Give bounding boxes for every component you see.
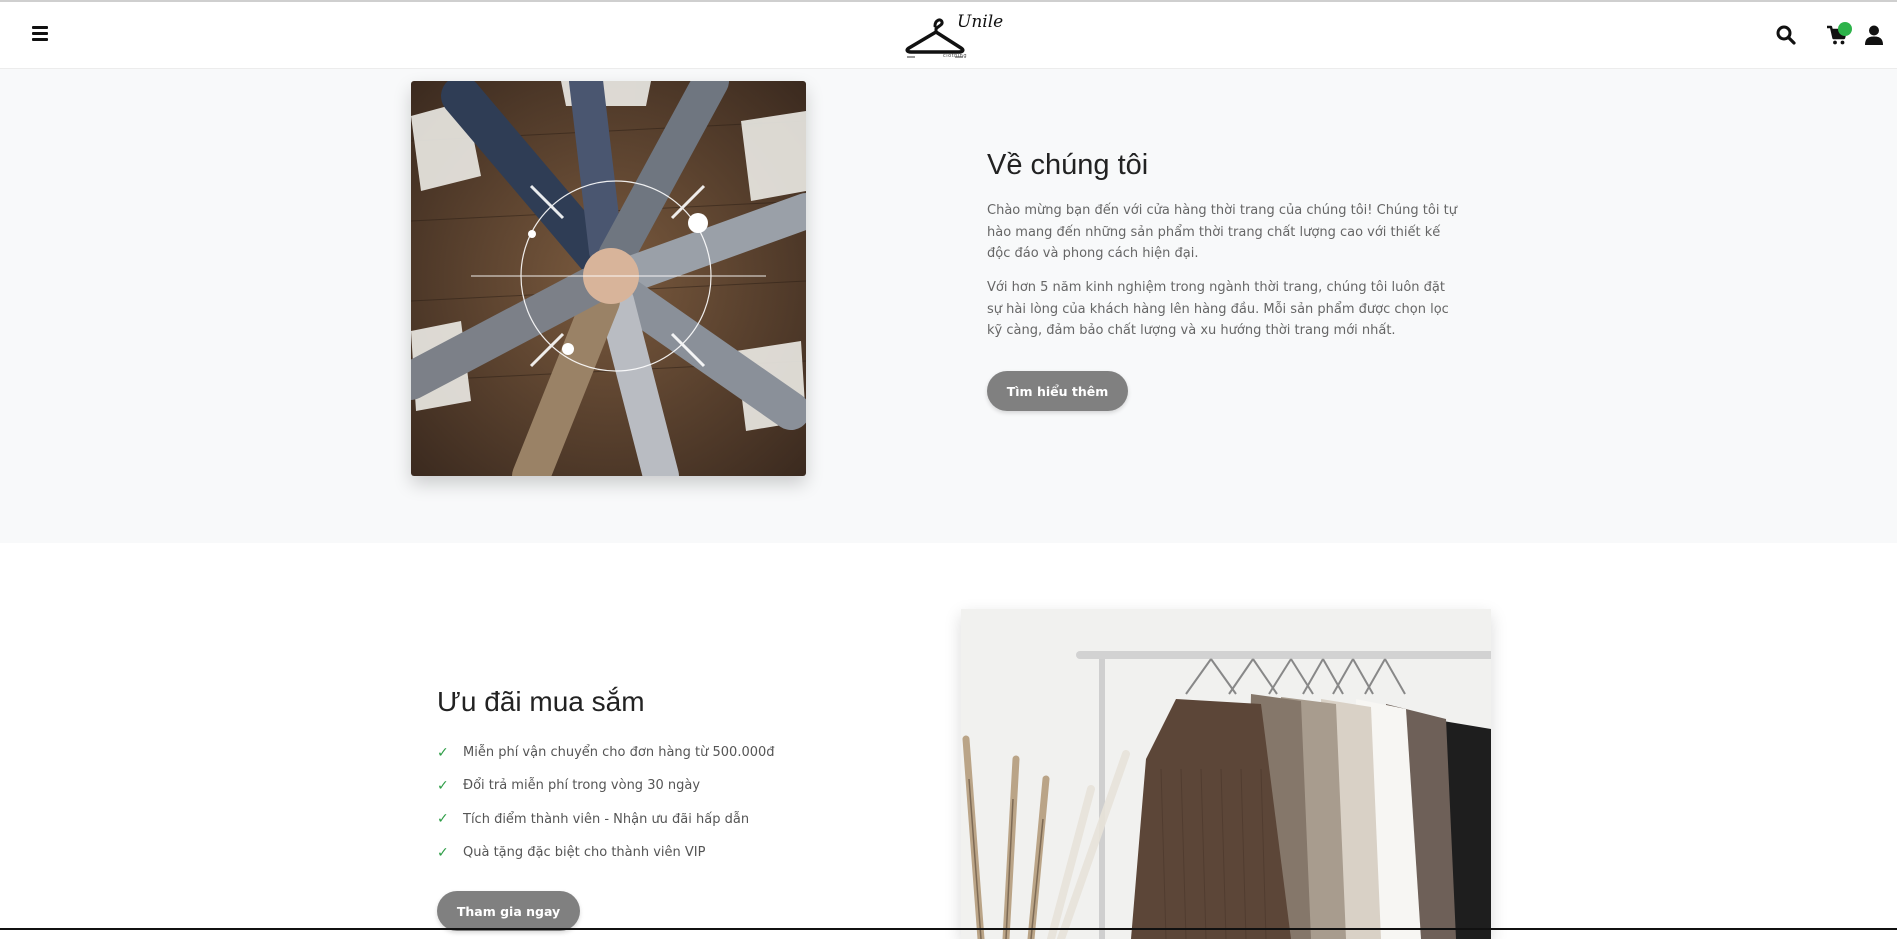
about-title: Về chúng tôi (987, 149, 1149, 181)
check-icon: ✓ (437, 844, 449, 861)
offer-text: Miễn phí vận chuyển cho đơn hàng từ 500.… (463, 745, 775, 761)
cart-badge (1838, 22, 1852, 36)
site-header: Unile clothing (0, 2, 1897, 69)
offer-text: Quà tặng đặc biệt cho thành viên VIP (463, 845, 706, 861)
join-now-button[interactable]: Tham gia ngay (437, 891, 580, 931)
user-icon[interactable] (1864, 24, 1886, 46)
check-icon: ✓ (437, 744, 449, 761)
list-item: ✓ Đổi trả miễn phí trong vòng 30 ngày (437, 769, 775, 802)
list-item: ✓ Tích điểm thành viên - Nhận ưu đãi hấp… (437, 803, 775, 836)
offer-text: Đổi trả miễn phí trong vòng 30 ngày (463, 778, 701, 794)
logo-subtext: clothing (942, 53, 968, 59)
logo[interactable]: Unile clothing (905, 8, 1004, 64)
offer-text: Tích điểm thành viên - Nhận ưu đãi hấp d… (463, 811, 750, 827)
learn-more-button[interactable]: Tìm hiểu thêm (987, 371, 1128, 411)
list-item: ✓ Quà tặng đặc biệt cho thành viên VIP (437, 836, 775, 869)
check-icon: ✓ (437, 811, 449, 828)
about-paragraph-1: Chào mừng bạn đến với cửa hàng thời tran… (987, 203, 1457, 261)
menu-icon[interactable] (32, 26, 48, 41)
about-paragraph-2: Với hơn 5 năm kinh nghiệm trong ngành th… (987, 280, 1449, 338)
clothing-rack-image (961, 609, 1491, 939)
check-icon: ✓ (437, 777, 449, 794)
search-icon[interactable] (1775, 24, 1797, 46)
offers-section: Ưu đãi mua sắm ✓ Miễn phí vận chuyển cho… (0, 543, 1897, 939)
offer-list: ✓ Miễn phí vận chuyển cho đơn hàng từ 50… (437, 736, 775, 869)
offers-title: Ưu đãi mua sắm (437, 686, 645, 717)
about-section: Về chúng tôi Chào mừng bạn đến với cửa h… (0, 69, 1897, 543)
logo-text: Unile (957, 12, 1004, 32)
list-item: ✓ Miễn phí vận chuyển cho đơn hàng từ 50… (437, 736, 775, 769)
about-image (411, 81, 806, 476)
